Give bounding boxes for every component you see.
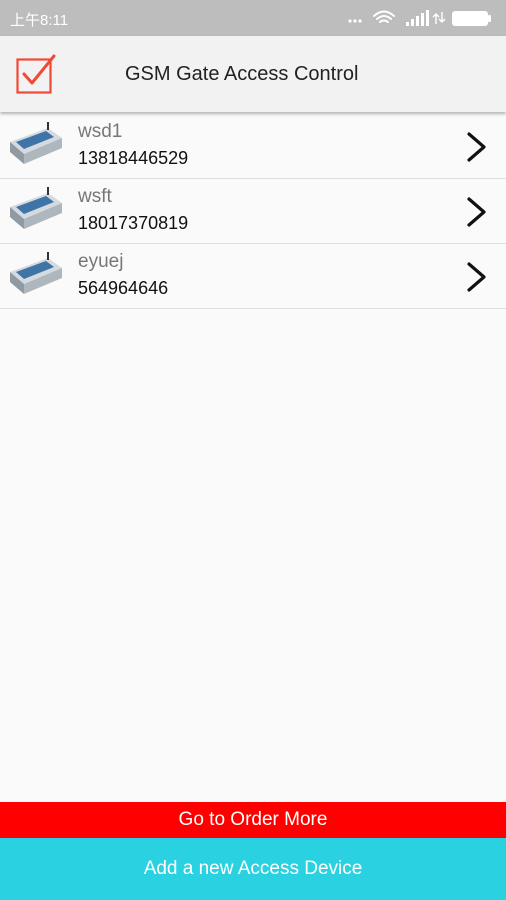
network-type-icon [432,12,446,24]
list-item[interactable]: wsft 18017370819 [0,179,506,244]
signal-icon [406,10,429,26]
chevron-right-icon[interactable] [466,131,488,163]
more-icon [348,19,362,23]
status-bar: 上午8:11 [0,0,506,36]
chevron-right-icon[interactable] [466,196,488,228]
checkbox-check-icon[interactable] [16,54,56,94]
chevron-right-icon[interactable] [466,261,488,293]
device-name: wsd1 [78,121,123,142]
device-list: wsd1 13818446529 wsft 18017370819 eyuej … [0,114,506,309]
status-icons [348,10,491,26]
device-phone: 18017370819 [78,213,189,233]
list-item[interactable]: eyuej 564964646 [0,244,506,309]
add-device-button[interactable]: Add a new Access Device [0,838,506,900]
device-name: wsft [78,186,112,207]
status-time: 上午8:11 [10,12,69,29]
device-phone: 13818446529 [78,148,189,168]
gsm-device-icon [10,187,62,229]
app-header: GSM Gate Access Control [0,36,506,112]
page-title: GSM Gate Access Control [125,63,359,85]
gsm-device-icon [10,252,62,294]
device-name: eyuej [78,251,124,272]
order-more-button[interactable]: Go to Order More [0,802,506,838]
device-phone: 564964646 [78,278,169,298]
gsm-device-icon [10,122,62,164]
list-item[interactable]: wsd1 13818446529 [0,114,506,179]
battery-icon [452,11,491,26]
wifi-icon [373,10,395,23]
